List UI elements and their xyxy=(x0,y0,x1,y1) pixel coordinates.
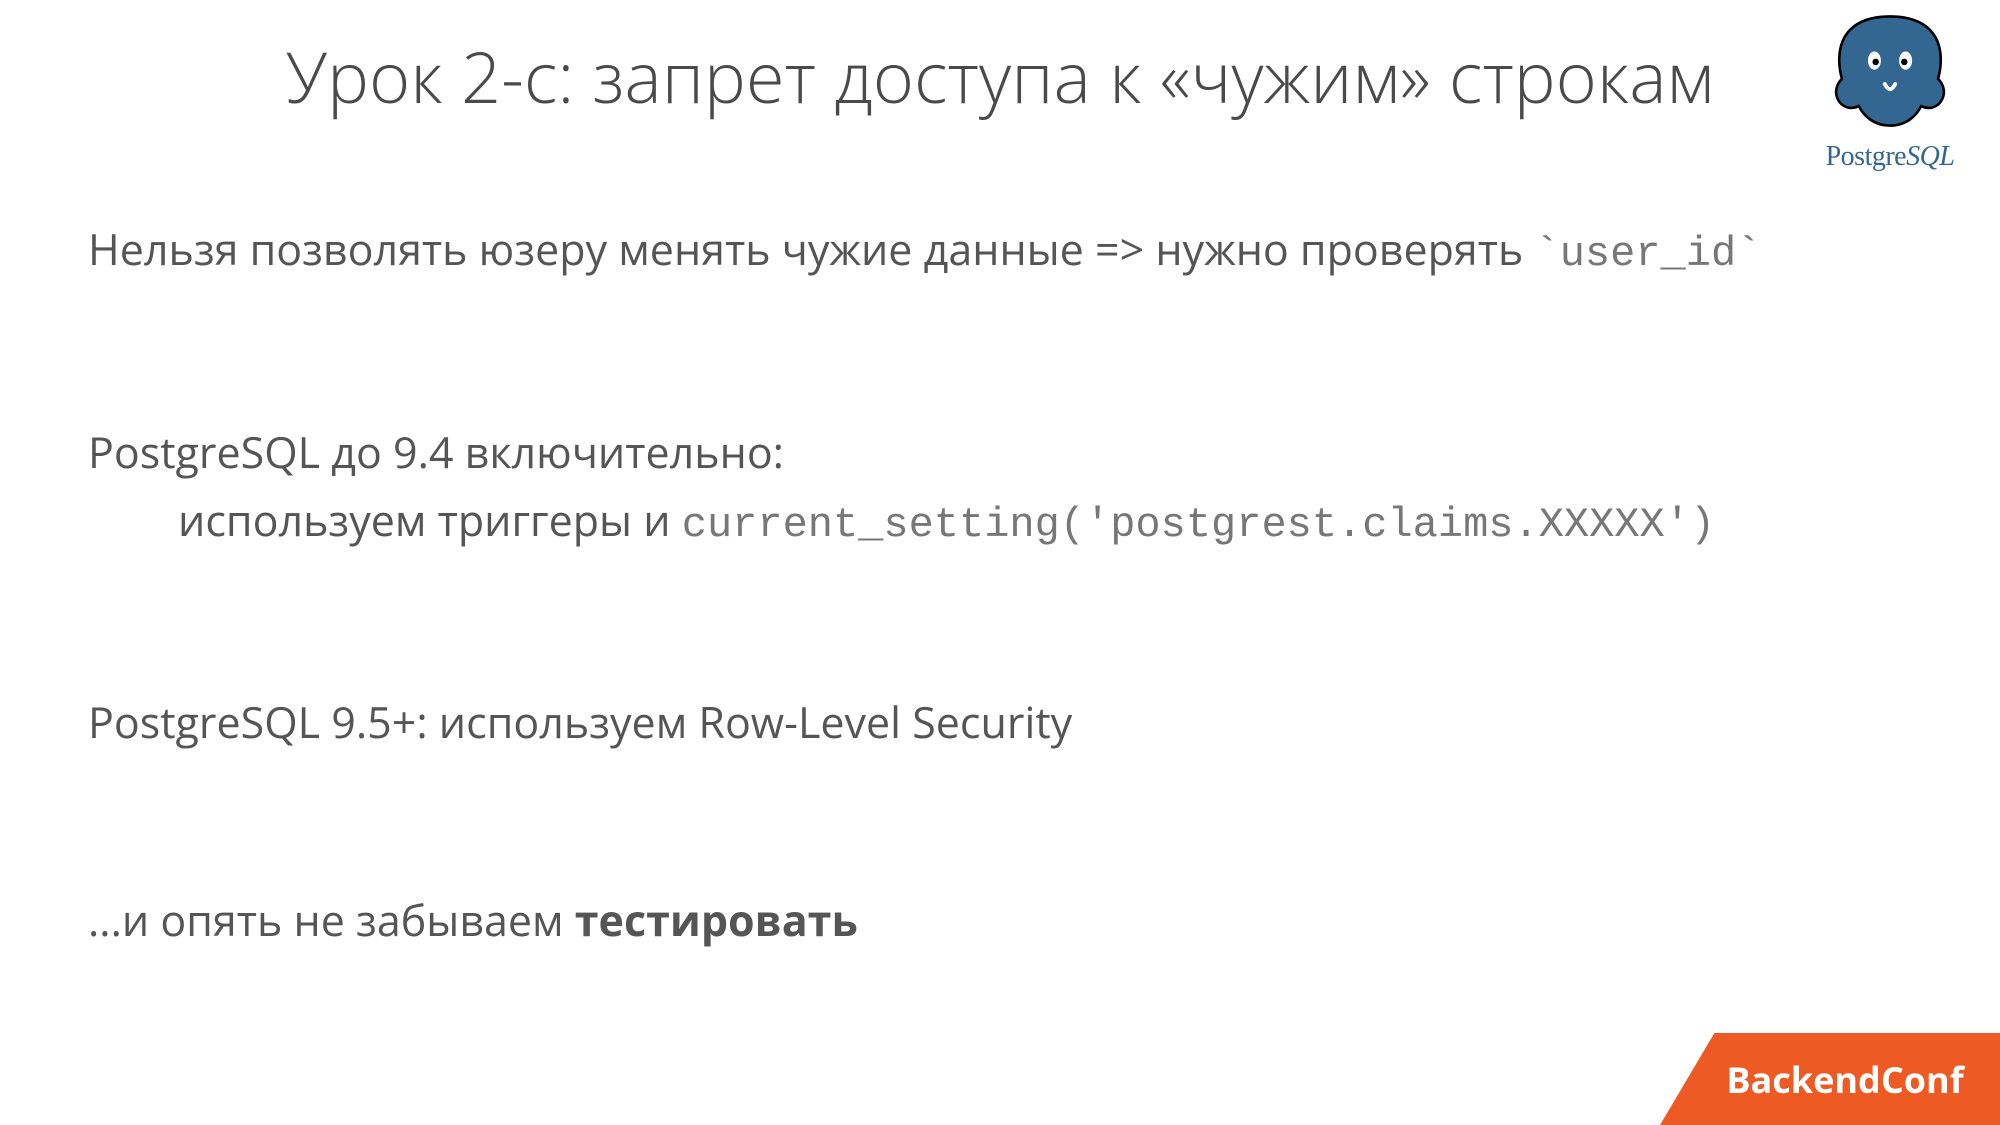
postgresql-logo: PostgreSQL xyxy=(1800,6,1980,173)
p2-line2-text: используем триггеры и xyxy=(178,490,682,549)
p4-bold: тестировать xyxy=(575,890,858,949)
conference-badge-label: BackendConf xyxy=(1726,1055,1963,1104)
wordmark-postgre: Postgre xyxy=(1826,141,1907,172)
paragraph-1: Нельзя позволять юзеру менять чужие данн… xyxy=(88,220,1908,283)
slide-body: Нельзя позволять юзеру менять чужие данн… xyxy=(88,220,1908,950)
postgresql-elephant-icon xyxy=(1825,6,1955,136)
p1-code: `user_id` xyxy=(1535,230,1762,278)
slide: Урок 2-c: запрет доступа к «чужим» строк… xyxy=(0,0,2000,1125)
p2-line2: используем триггеры и current_setting('p… xyxy=(88,491,1908,554)
conference-badge: BackendConf xyxy=(1660,1033,2000,1125)
paragraph-3: PostgreSQL 9.5+: используем Row-Level Se… xyxy=(88,693,1908,751)
paragraph-2: PostgreSQL до 9.4 включительно: использу… xyxy=(88,423,1908,554)
p2-line2-code: current_setting('postgrest.claims.XXXXX'… xyxy=(682,501,1715,549)
p1-text: Нельзя позволять юзеру менять чужие данн… xyxy=(88,219,1535,278)
paragraph-4: ...и опять не забываем тестировать xyxy=(88,891,1908,949)
postgresql-wordmark: PostgreSQL xyxy=(1800,141,1980,173)
wordmark-sql: SQL xyxy=(1906,141,1954,172)
slide-title: Урок 2-c: запрет доступа к «чужим» строк… xyxy=(0,28,2000,124)
p4-text: ...и опять не забываем xyxy=(88,890,575,949)
p3-text: PostgreSQL 9.5+: используем Row-Level Se… xyxy=(88,692,1072,751)
p2-line1: PostgreSQL до 9.4 включительно: xyxy=(88,422,784,481)
